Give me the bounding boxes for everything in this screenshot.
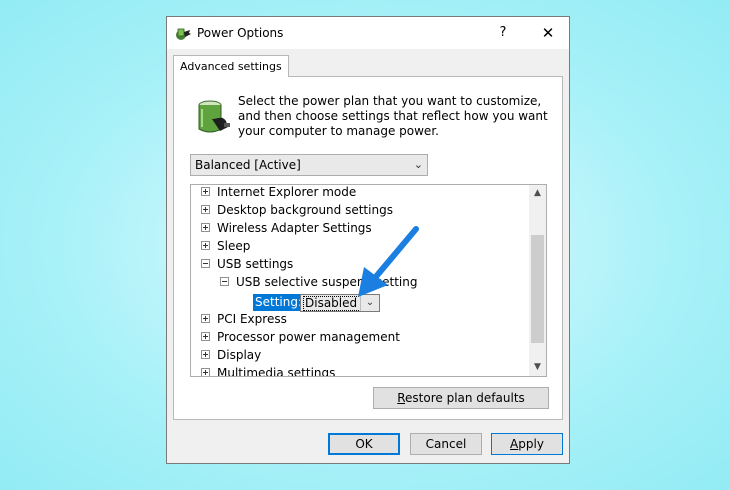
tab-advanced-settings[interactable]: Advanced settings (173, 55, 289, 77)
tree-scrollbar[interactable]: ▲ ▼ (529, 185, 546, 376)
tree-item-display[interactable]: Display (201, 346, 261, 364)
tree-item-internet-explorer[interactable]: Internet Explorer mode (201, 185, 357, 201)
tree-item-pci-express[interactable]: PCI Express (201, 310, 287, 328)
expand-icon[interactable] (201, 241, 210, 250)
battery-plan-icon (198, 100, 230, 133)
tree-item-label: Sleep (217, 239, 251, 253)
tree-item-label: Display (217, 348, 262, 362)
close-button[interactable]: ✕ (533, 21, 563, 45)
collapse-icon[interactable] (201, 259, 210, 268)
setting-value: Disabled (303, 296, 361, 311)
window-title: Power Options (197, 26, 284, 40)
tree-item-label: Internet Explorer mode (217, 185, 357, 199)
tree-item-wireless-adapter[interactable]: Wireless Adapter Settings (201, 219, 372, 237)
tree-item-label: Desktop background settings (217, 203, 393, 217)
tree-item-sleep[interactable]: Sleep (201, 237, 250, 255)
expand-icon[interactable] (201, 223, 210, 232)
collapse-icon[interactable] (220, 277, 229, 286)
expand-icon[interactable] (201, 368, 210, 376)
tree-item-label: PCI Express (217, 312, 287, 326)
tree-item-usb-settings[interactable]: USB settings (201, 255, 293, 273)
expand-icon[interactable] (201, 205, 210, 214)
restore-access-key: R (397, 391, 406, 405)
apply-button[interactable]: Apply (491, 433, 563, 455)
power-options-icon (176, 28, 191, 40)
chevron-down-icon: ⌄ (413, 158, 423, 171)
expand-icon[interactable] (201, 314, 210, 323)
scroll-up-icon[interactable]: ▲ (529, 185, 546, 202)
tree-item-label: Wireless Adapter Settings (217, 221, 372, 235)
tree-item-desktop-background[interactable]: Desktop background settings (201, 201, 393, 219)
tree-item-multimedia[interactable]: Multimedia settings (201, 364, 336, 377)
scroll-thumb[interactable] (531, 235, 544, 343)
ok-button[interactable]: OK (328, 433, 400, 455)
restore-label: estore plan defaults (405, 391, 525, 405)
tree-item-processor-power[interactable]: Processor power management (201, 328, 400, 346)
tree-item-label: USB settings (217, 257, 294, 271)
setting-label: Setting: (253, 294, 305, 311)
expand-icon[interactable] (201, 187, 210, 196)
tree-item-label: Processor power management (217, 330, 400, 344)
scroll-down-icon[interactable]: ▼ (529, 359, 546, 376)
expand-icon[interactable] (201, 332, 210, 341)
power-plan-value: Balanced [Active] (195, 158, 301, 172)
blue-arrow-annotation (358, 226, 419, 297)
help-button[interactable]: ? (489, 21, 517, 45)
tree-item-label: Multimedia settings (217, 366, 336, 377)
cancel-button[interactable]: Cancel (410, 433, 482, 455)
restore-plan-defaults-button[interactable]: Restore plan defaults (373, 387, 549, 409)
power-plan-select[interactable]: Balanced [Active] ⌄ (190, 154, 428, 176)
description-text: Select the power plan that you want to c… (238, 94, 548, 138)
apply-label: pply (518, 437, 544, 451)
title-bar: Power Options ? ✕ (167, 17, 569, 49)
expand-icon[interactable] (201, 350, 210, 359)
